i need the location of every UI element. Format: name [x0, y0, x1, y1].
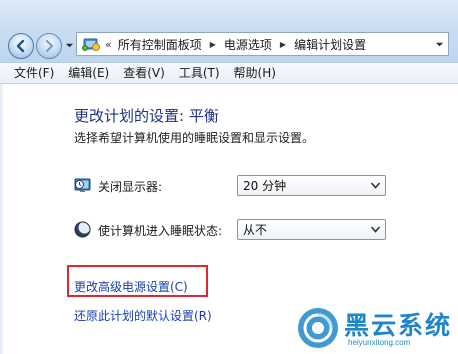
breadcrumb-arrow-icon[interactable]: ▶ [280, 40, 286, 49]
display-off-setting: 关闭显示器: 20 分钟 [74, 175, 394, 197]
display-off-value: 20 分钟 [243, 179, 287, 193]
breadcrumb-power-options[interactable]: 电源选项 [224, 36, 272, 53]
watermark-url: heiyunxitong.com [348, 338, 411, 347]
menu-bar: 文件(F) 编辑(E) 查看(V) 工具(T) 帮助(H) [0, 62, 458, 84]
display-off-select[interactable]: 20 分钟 [237, 175, 386, 196]
restore-defaults-link[interactable]: 还原此计划的默认设置(R) [74, 307, 212, 324]
address-field[interactable]: « 所有控制面板项 ▶ 电源选项 ▶ 编辑计划设置 [76, 32, 449, 56]
page-description: 选择希望计算机使用的睡眠设置和显示设置。 [74, 131, 315, 145]
breadcrumb-arrow-icon[interactable]: ▶ [210, 40, 216, 49]
page-title: 更改计划的设置: 平衡 [74, 107, 219, 125]
display-off-label: 关闭显示器: [98, 180, 163, 194]
recent-pages-dropdown[interactable] [64, 40, 74, 50]
moon-sleep-icon [74, 221, 91, 238]
watermark: 黑云系统 heiyunxitong.com [296, 302, 456, 352]
content-left-edge [0, 84, 4, 354]
back-arrow-icon [16, 39, 25, 53]
forward-arrow-icon [45, 39, 54, 53]
menu-tools[interactable]: 工具(T) [172, 63, 227, 83]
forward-button[interactable] [36, 33, 62, 59]
sleep-value: 从不 [243, 223, 268, 237]
menu-file[interactable]: 文件(F) [0, 63, 61, 83]
address-history-dropdown[interactable] [435, 40, 444, 49]
advanced-power-settings-link[interactable]: 更改高级电源设置(C) [74, 278, 188, 295]
back-button[interactable] [8, 33, 34, 59]
menu-help[interactable]: 帮助(H) [227, 63, 283, 83]
sleep-select[interactable]: 从不 [237, 219, 386, 240]
brand-logo-icon [298, 308, 338, 348]
watermark-brand: 黑云系统 [344, 311, 453, 340]
address-toolbar: « 所有控制面板项 ▶ 电源选项 ▶ 编辑计划设置 [0, 0, 458, 62]
sleep-setting: 使计算机进入睡眠状态: 从不 [74, 219, 394, 241]
chevron-down-icon [435, 42, 444, 47]
control-panel-icon [82, 38, 100, 51]
chevron-down-icon [371, 226, 380, 233]
menu-view[interactable]: 查看(V) [116, 63, 172, 83]
breadcrumb-edit-plan-settings[interactable]: 编辑计划设置 [294, 36, 366, 53]
chevron-down-icon [371, 182, 380, 189]
breadcrumb-overflow[interactable]: « [105, 38, 112, 51]
monitor-clock-icon [74, 178, 91, 192]
menu-edit[interactable]: 编辑(E) [61, 63, 116, 83]
breadcrumb-all-control-panel-items[interactable]: 所有控制面板项 [118, 36, 202, 53]
sleep-label: 使计算机进入睡眠状态: [98, 224, 223, 238]
chevron-down-icon [65, 43, 73, 47]
